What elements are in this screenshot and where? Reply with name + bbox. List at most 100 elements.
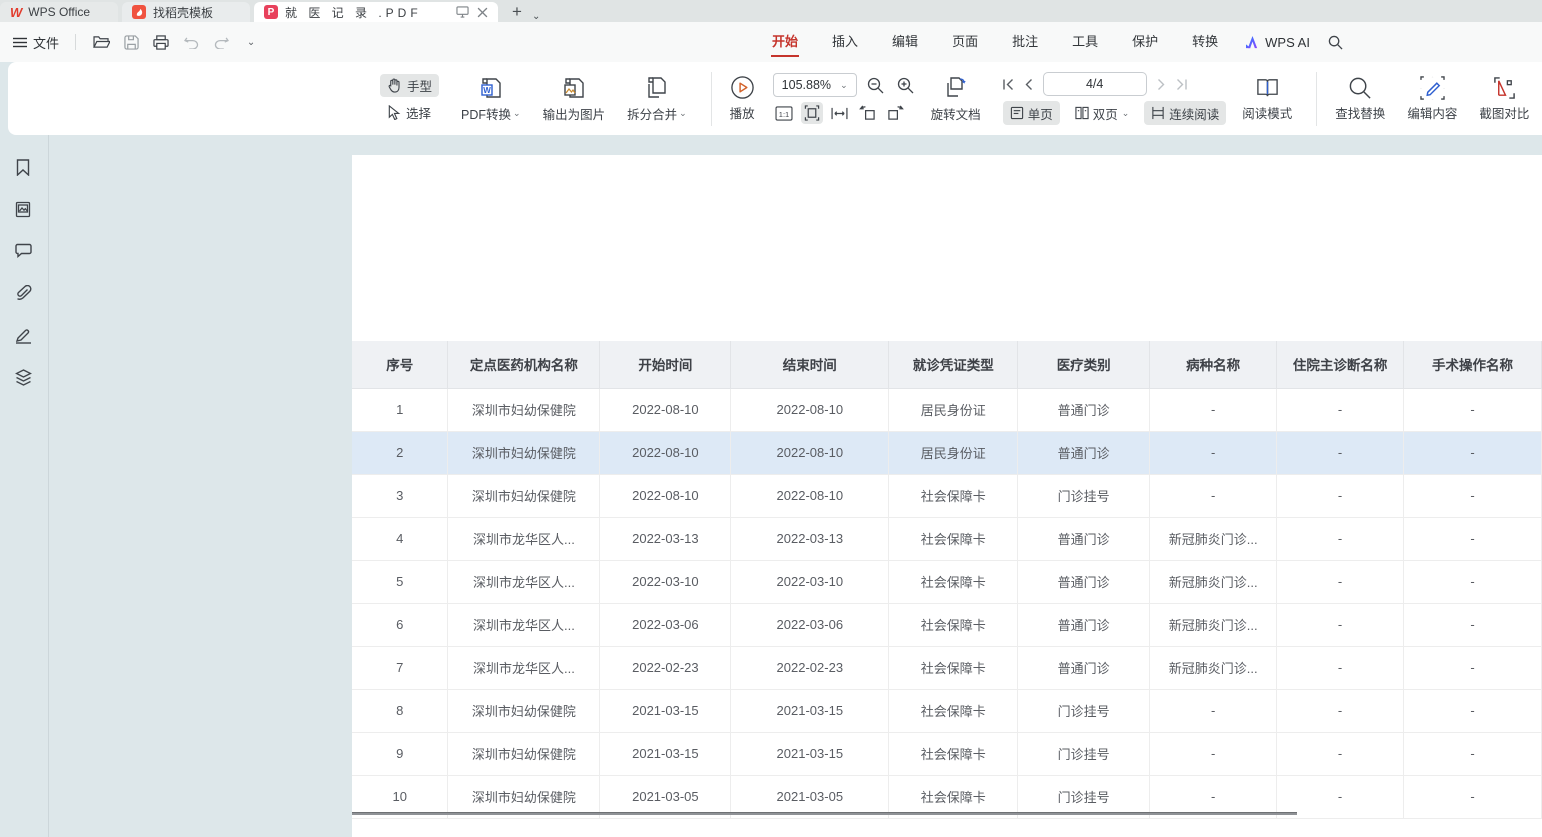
hand-tool-button[interactable]: 手型 (380, 74, 439, 97)
fit-page-button[interactable] (801, 102, 823, 124)
tab-document-label: 就 医 记 录 .PDF (285, 4, 422, 21)
find-replace-button[interactable]: 查找替换 (1327, 74, 1393, 124)
menu-item-批注[interactable]: 批注 (995, 22, 1055, 62)
next-page-button[interactable] (1157, 79, 1165, 90)
first-page-button[interactable] (1003, 79, 1015, 90)
continuous-read-label: 连续阅读 (1169, 104, 1219, 123)
menu-item-编辑[interactable]: 编辑 (875, 22, 935, 62)
page-indicator-value: 4/4 (1086, 77, 1103, 91)
last-page-button[interactable] (1175, 79, 1187, 90)
edit-content-icon (1420, 76, 1445, 100)
read-mode-button[interactable]: 阅读模式 (1234, 74, 1300, 124)
menu-item-工具[interactable]: 工具 (1055, 22, 1115, 62)
file-menu-label: 文件 (33, 33, 59, 52)
layers-icon[interactable] (15, 369, 33, 387)
zoom-out-button[interactable] (865, 74, 887, 96)
table-cell: 1 (352, 388, 448, 431)
page-number-input[interactable]: 4/4 (1043, 72, 1147, 96)
screenshot-compare-button[interactable]: 截图对比 (1471, 74, 1537, 124)
table-row: 2深圳市妇幼保健院2022-08-102022-08-10居民身份证普通门诊--… (352, 431, 1542, 474)
table-cell: 2022-08-10 (731, 474, 889, 517)
pin-to-desktop-icon[interactable] (456, 6, 469, 18)
undo-icon[interactable] (182, 33, 200, 51)
table-cell: - (1277, 646, 1404, 689)
table-header-cell: 结束时间 (731, 341, 889, 388)
table-cell: - (1404, 560, 1542, 603)
table-cell: 深圳市妇幼保健院 (448, 732, 600, 775)
medical-records-table: 序号定点医药机构名称开始时间结束时间就诊凭证类型医疗类别病种名称住院主诊断名称手… (352, 341, 1542, 819)
table-cell: - (1277, 517, 1404, 560)
table-cell: 深圳市龙华区人... (448, 603, 600, 646)
open-file-icon[interactable] (92, 33, 110, 51)
play-icon (730, 75, 755, 100)
menu-item-保护[interactable]: 保护 (1115, 22, 1175, 62)
menu-search-icon[interactable] (1328, 35, 1343, 50)
docer-icon (132, 5, 146, 19)
menu-item-转换[interactable]: 转换 (1175, 22, 1235, 62)
menu-item-页面[interactable]: 页面 (935, 22, 995, 62)
table-row: 6深圳市龙华区人...2022-03-062022-03-06社会保障卡普通门诊… (352, 603, 1542, 646)
new-tab-button[interactable]: + (512, 2, 522, 22)
quick-access-chevron-icon[interactable]: ⌄ (242, 33, 260, 51)
table-row: 7深圳市龙华区人...2022-02-232022-02-23社会保障卡普通门诊… (352, 646, 1542, 689)
previous-page-button[interactable] (1025, 79, 1033, 90)
print-icon[interactable] (152, 33, 170, 51)
table-cell: - (1277, 388, 1404, 431)
export-image-label: 输出为图片 (543, 104, 606, 123)
tab-list-chevron-icon[interactable]: ⌄ (532, 11, 540, 22)
wps-ai-button[interactable]: WPS AI (1245, 35, 1310, 50)
divider (711, 72, 712, 126)
menu-item-开始[interactable]: 开始 (755, 22, 815, 62)
fit-width-button[interactable] (829, 102, 851, 124)
zoom-in-button[interactable] (895, 74, 917, 96)
table-cell: 门诊挂号 (1018, 689, 1150, 732)
export-as-image-button[interactable]: 输出为图片 (535, 73, 614, 125)
book-icon (1255, 76, 1280, 100)
table-cell: 3 (352, 474, 448, 517)
continuous-read-button[interactable]: 连续阅读 (1144, 101, 1226, 125)
edit-content-button[interactable]: 编辑内容 (1399, 74, 1465, 124)
rotate-left-button[interactable] (857, 102, 879, 124)
bookmark-icon[interactable] (15, 159, 33, 177)
close-tab-icon[interactable] (477, 7, 488, 18)
annotate-pen-icon[interactable] (15, 327, 33, 345)
zoom-level-select[interactable]: 105.88% ⌄ (773, 73, 857, 97)
table-cell: 2022-03-06 (600, 603, 731, 646)
file-menu-button[interactable]: 文件 (13, 33, 59, 52)
rotate-right-button[interactable] (885, 102, 907, 124)
single-page-label: 单页 (1028, 104, 1053, 123)
actual-size-button[interactable]: 1:1 (773, 102, 795, 124)
select-tool-button[interactable]: 选择 (380, 101, 439, 124)
table-cell: 4 (352, 517, 448, 560)
table-cell: - (1277, 474, 1404, 517)
redo-icon[interactable] (212, 33, 230, 51)
table-horizontal-scrollbar[interactable] (352, 812, 1297, 815)
thumbnail-icon[interactable] (15, 201, 33, 219)
rotate-document-button[interactable]: 旋转文档 (923, 73, 989, 125)
navigation-sidebar (0, 135, 49, 837)
split-merge-button[interactable]: 拆分合并⌄ (619, 73, 695, 125)
table-cell: - (1150, 474, 1277, 517)
table-cell: 6 (352, 603, 448, 646)
save-icon[interactable] (122, 33, 140, 51)
tab-document-pdf[interactable]: P 就 医 记 录 .PDF (254, 2, 498, 22)
double-page-label: 双页 (1093, 104, 1118, 123)
table-header-cell: 住院主诊断名称 (1277, 341, 1404, 388)
rotate-document-icon (943, 75, 969, 101)
double-page-view-button[interactable]: 双页 ⌄ (1068, 101, 1137, 125)
wps-ai-label: WPS AI (1265, 35, 1310, 50)
table-cell: 2022-03-06 (731, 603, 889, 646)
attachment-icon[interactable] (15, 285, 33, 303)
single-page-view-button[interactable]: 单页 (1003, 101, 1060, 125)
play-button[interactable]: 播放 (722, 73, 763, 124)
divider (75, 34, 76, 50)
tab-docer-templates[interactable]: 找稻壳模板 (122, 2, 250, 22)
table-header-cell: 病种名称 (1150, 341, 1277, 388)
comment-icon[interactable] (15, 243, 33, 261)
table-cell: 深圳市龙华区人... (448, 517, 600, 560)
menu-item-插入[interactable]: 插入 (815, 22, 875, 62)
table-row: 4深圳市龙华区人...2022-03-132022-03-13社会保障卡普通门诊… (352, 517, 1542, 560)
tab-wps-office[interactable]: W WPS Office (0, 2, 118, 22)
table-cell: - (1404, 732, 1542, 775)
pdf-convert-button[interactable]: W PDF转换⌄ (453, 73, 529, 125)
